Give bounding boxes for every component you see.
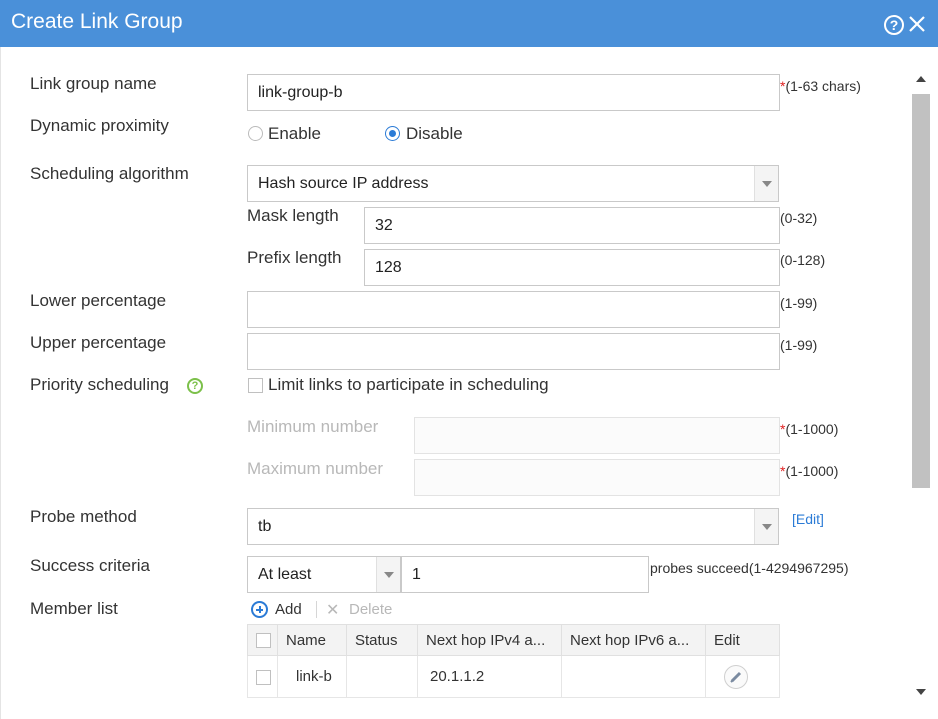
member-status-cell — [346, 655, 418, 698]
prefix-length-input[interactable]: 128 — [364, 249, 780, 286]
mask-length-hint: (0-32) — [780, 210, 818, 226]
dialog-title: Create Link Group — [11, 10, 183, 33]
scheduling-algorithm-select[interactable]: Hash source IP address — [247, 165, 779, 202]
row-checkbox[interactable] — [256, 669, 271, 685]
maximum-number-input — [414, 459, 780, 496]
delete-member-button: Delete — [349, 601, 393, 618]
link-group-name-hint: *(1-63 chars) — [780, 78, 861, 94]
chevron-down-icon[interactable] — [754, 509, 778, 544]
scheduling-algorithm-value: Hash source IP address — [258, 175, 429, 192]
column-next-hop-ipv4[interactable]: Next hop IPv4 a... — [417, 624, 562, 656]
disable-radio[interactable] — [385, 126, 400, 141]
table-header-row: Name Status Next hop IPv4 a... Next hop … — [247, 624, 780, 656]
row-check-cell — [247, 655, 278, 698]
mask-length-input[interactable]: 32 — [364, 207, 780, 244]
upper-percentage-input[interactable] — [247, 333, 780, 370]
enable-radio-label[interactable]: Enable — [268, 124, 321, 144]
chevron-down-icon[interactable] — [376, 557, 400, 592]
maximum-number-range: (1-1000) — [785, 463, 839, 479]
select-all-checkbox[interactable] — [256, 633, 271, 649]
success-criteria-mode-value: At least — [258, 566, 312, 583]
help-icon[interactable]: ? — [884, 15, 904, 35]
dialog-title-bar: Create Link Group ? — [0, 0, 938, 47]
minimum-number-hint: *(1-1000) — [780, 421, 838, 437]
scroll-up-arrow-icon[interactable] — [916, 76, 926, 82]
pencil-icon[interactable] — [724, 664, 748, 689]
member-list-label: Member list — [30, 599, 118, 618]
lower-percentage-input[interactable] — [247, 291, 780, 328]
upper-percentage-hint: (1-99) — [780, 337, 818, 353]
success-criteria-hint: probes succeed(1-4294967295) — [650, 560, 849, 576]
member-table: Name Status Next hop IPv4 a... Next hop … — [247, 624, 780, 698]
link-group-name-label: Link group name — [30, 74, 157, 93]
minimum-number-input — [414, 417, 780, 454]
prefix-length-label: Prefix length — [247, 248, 342, 267]
dynamic-proximity-label: Dynamic proximity — [30, 116, 169, 135]
lower-percentage-label: Lower percentage — [30, 291, 167, 310]
column-edit: Edit — [705, 624, 780, 656]
probe-method-select[interactable]: tb — [247, 508, 779, 545]
column-status[interactable]: Status — [346, 624, 418, 656]
success-criteria-mode-select[interactable]: At least — [247, 556, 401, 593]
select-all-cell — [247, 624, 278, 656]
probe-method-value: tb — [258, 518, 272, 535]
delete-icon: ✕ — [326, 602, 340, 619]
add-circle-icon[interactable] — [251, 601, 268, 618]
success-criteria-count-input[interactable]: 1 — [401, 556, 649, 593]
scroll-down-arrow-icon[interactable] — [916, 689, 926, 695]
add-member-button[interactable]: Add — [275, 601, 302, 618]
column-next-hop-ipv6[interactable]: Next hop IPv6 a... — [561, 624, 706, 656]
limit-links-checkbox-label[interactable]: Limit links to participate in scheduling — [268, 375, 549, 395]
member-ipv4-cell: 20.1.1.2 — [417, 655, 562, 698]
column-name[interactable]: Name — [277, 624, 347, 656]
maximum-number-label: Maximum number — [247, 459, 384, 478]
priority-scheduling-label: Priority scheduling — [30, 375, 169, 394]
success-criteria-label: Success criteria — [30, 556, 150, 575]
limit-links-checkbox[interactable] — [248, 378, 263, 393]
maximum-number-hint: *(1-1000) — [780, 463, 838, 479]
prefix-length-hint: (0-128) — [780, 252, 826, 268]
member-edit-cell — [705, 655, 780, 698]
scrollbar-thumb[interactable] — [912, 94, 930, 488]
member-name-cell: link-b — [277, 655, 347, 698]
upper-percentage-label: Upper percentage — [30, 333, 167, 352]
table-row[interactable]: link-b 20.1.1.2 — [247, 655, 780, 698]
link-group-name-range: (1-63 chars) — [785, 78, 861, 94]
link-group-name-input[interactable]: link-group-b — [247, 74, 780, 111]
enable-radio[interactable] — [248, 126, 263, 141]
chevron-down-icon[interactable] — [754, 166, 778, 201]
close-icon[interactable] — [906, 12, 928, 36]
scheduling-algorithm-label: Scheduling algorithm — [30, 164, 189, 183]
vertical-scrollbar[interactable] — [912, 72, 930, 704]
mask-length-label: Mask length — [247, 206, 339, 225]
disable-radio-label[interactable]: Disable — [406, 124, 463, 144]
probe-method-label: Probe method — [30, 507, 137, 526]
member-ipv6-cell — [561, 655, 706, 698]
lower-percentage-hint: (1-99) — [780, 295, 818, 311]
probe-method-edit-link[interactable]: [Edit] — [792, 511, 824, 527]
minimum-number-range: (1-1000) — [785, 421, 839, 437]
minimum-number-label: Minimum number — [247, 417, 379, 436]
question-help-icon[interactable]: ? — [187, 378, 203, 394]
toolbar-divider — [316, 601, 317, 618]
